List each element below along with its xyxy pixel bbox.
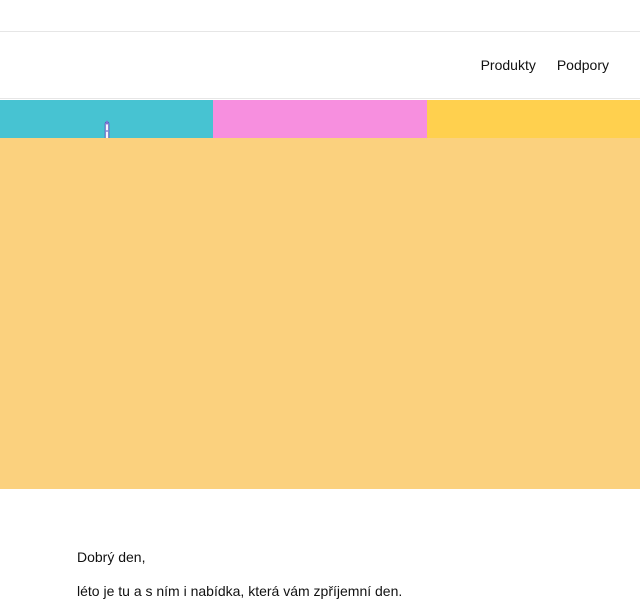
intro-text: léto je tu a s ním i nabídka, která vám … (77, 583, 403, 599)
nav-link-podpory[interactable]: Podpory (557, 57, 609, 73)
nav-links: Produkty Podpory (481, 57, 609, 73)
email-content: Dobrý den, léto je tu a s ním i nabídka,… (77, 548, 577, 600)
top-nav: Produkty Podpory (0, 32, 640, 99)
banner-tile-toothbrush[interactable] (0, 100, 213, 139)
banner-tile-appliance[interactable] (213, 100, 427, 139)
top-strip (0, 0, 640, 32)
banner-image-placeholder (0, 138, 640, 489)
banner-tile-jar[interactable] (427, 100, 640, 139)
email-page: Produkty Podpory Dobrý den, léto je tu a… (0, 0, 640, 600)
electric-toothbrush-icon (104, 120, 110, 139)
greeting-text: Dobrý den, (77, 549, 146, 565)
nav-link-produkty[interactable]: Produkty (481, 57, 536, 73)
hero-banner[interactable] (0, 100, 640, 489)
